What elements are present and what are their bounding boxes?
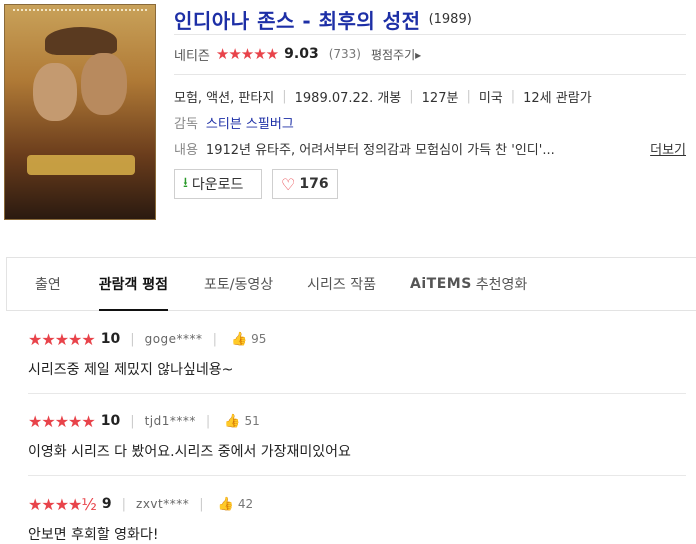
plot-label: 내용 <box>174 142 198 158</box>
like-button[interactable]: ♡ 176 <box>272 169 338 199</box>
like-count: 176 <box>299 176 329 192</box>
separator: | <box>199 496 204 512</box>
poster-logo <box>27 155 135 175</box>
review-text: 안보면 후회할 영화다! <box>28 527 159 543</box>
review-user: zxvt**** <box>136 497 190 511</box>
review-score: 9 <box>101 496 112 512</box>
age-rating: 12세 관람가 <box>523 90 592 106</box>
rate-button[interactable]: 평점주기▸ <box>371 46 421 63</box>
star-rating-icon: ★★★★★ <box>28 329 96 349</box>
country[interactable]: 미국 <box>479 87 503 106</box>
separator: | <box>212 331 217 347</box>
movie-title[interactable]: 인디아나 존스 - 최후의 성전 <box>174 5 421 34</box>
review-score: 10 <box>100 331 121 347</box>
thumbs-up-icon[interactable]: 👍 <box>224 414 240 429</box>
download-label: 다운로드 <box>191 177 244 193</box>
download-icon: ⭳ <box>183 175 188 191</box>
tab-series[interactable]: 시리즈 작품 <box>307 258 376 310</box>
download-button[interactable]: ⭳ 다운로드 <box>174 169 262 199</box>
divider <box>28 393 686 394</box>
tab-photo-video[interactable]: 포토/동영상 <box>204 258 273 310</box>
rating-label: 네티즌 <box>174 48 210 64</box>
genre[interactable]: 모험, 액션, 판타지 <box>174 87 274 106</box>
tab-audience-rating[interactable]: 관람객 평점 <box>98 258 169 311</box>
release-date[interactable]: 1989.07.22. 개봉 <box>295 87 402 106</box>
review-likes: 95 <box>251 332 267 346</box>
review-item: ★★★★½ 9 | zxvt**** | 👍 42 안보면 후회할 영화다! <box>28 494 686 544</box>
separator: | <box>510 88 516 104</box>
tab-label: 추천영화 <box>475 277 528 293</box>
star-rating-icon: ★★★★★ <box>28 411 96 431</box>
poster-hat <box>45 27 117 55</box>
separator: | <box>466 88 471 104</box>
separator: | <box>130 413 135 429</box>
review-likes: 51 <box>244 414 260 428</box>
review-item: ★★★★★ 10 | goge**** | 👍 95 시리즈중 제일 제밌지 않… <box>28 329 686 379</box>
tab-cast[interactable]: 출연 <box>35 258 61 310</box>
separator: | <box>205 413 211 429</box>
review-item: ★★★★★ 10 | tjd1**** | 👍 51 이영화 시리즈 다 봤어요… <box>28 411 686 461</box>
review-user: tjd1**** <box>144 414 196 428</box>
poster-figure-right <box>81 53 127 115</box>
rating-score: 9.03 <box>284 46 319 62</box>
poster-figure-left <box>33 63 77 121</box>
separator: | <box>130 331 135 347</box>
movie-poster[interactable] <box>4 4 156 220</box>
divider <box>174 74 686 75</box>
separator: | <box>282 88 287 104</box>
thumbs-up-icon[interactable]: 👍 <box>231 332 247 347</box>
poster-credits <box>13 9 147 19</box>
review-text: 이영화 시리즈 다 봤어요.시리즈 중에서 가장재미있어요 <box>28 444 351 460</box>
tab-label: 출연 <box>35 277 61 293</box>
movie-year: (1989) <box>428 11 472 27</box>
review-score: 10 <box>100 413 121 429</box>
review-text: 시리즈중 제일 제밌지 않나싶네용~ <box>28 362 234 378</box>
tab-aitems-recommend[interactable]: AiTEMS 추천영화 <box>410 258 527 310</box>
tab-bar: 출연 관람객 평점 포토/동영상 시리즈 작품 AiTEMS 추천영화 <box>6 257 696 311</box>
thumbs-up-icon[interactable]: 👍 <box>218 497 234 512</box>
tab-label: 포토/동영상 <box>204 277 274 293</box>
director-row: 감독 스티븐 스필버그 <box>174 112 294 132</box>
plot-summary: 1912년 유타주, 어려서부터 정의감과 모험심이 가득 찬 '인디'... <box>205 142 555 158</box>
director-link[interactable]: 스티븐 스필버그 <box>206 113 294 132</box>
more-link[interactable]: 더보기 <box>650 139 686 158</box>
tab-label: 시리즈 작품 <box>307 277 377 293</box>
movie-info: 모험, 액션, 판타지 | 1989.07.22. 개봉 | 127분 | 미국… <box>174 86 592 106</box>
tab-label: 관람객 평점 <box>98 277 169 293</box>
rating-row: 네티즌 ★★★★★ 9.03 (733) 평점주기▸ <box>174 42 421 66</box>
title-row: 인디아나 존스 - 최후의 성전 (1989) <box>174 4 686 35</box>
separator: | <box>121 496 127 512</box>
rating-count: (733) <box>328 47 361 61</box>
aitems-logo: AiTEMS <box>410 276 472 292</box>
runtime: 127분 <box>421 90 459 106</box>
review-user: goge**** <box>144 332 203 346</box>
separator: | <box>409 88 414 104</box>
divider <box>28 475 686 476</box>
plot-row: 내용 1912년 유타주, 어려서부터 정의감과 모험심이 가득 찬 '인디'.… <box>174 138 686 158</box>
review-likes: 42 <box>237 497 254 511</box>
star-rating-icon: ★★★★★ <box>215 45 279 63</box>
heart-icon: ♡ <box>281 174 296 194</box>
star-rating-icon: ★★★★½ <box>28 494 97 514</box>
director-label: 감독 <box>174 116 198 132</box>
